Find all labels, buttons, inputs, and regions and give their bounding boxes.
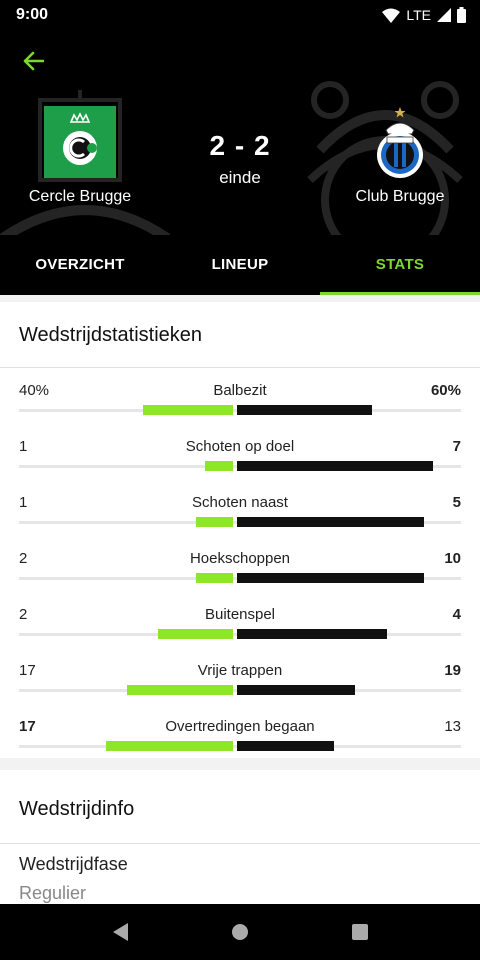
stat-label: Buitenspel	[204, 606, 276, 623]
stat-away-bar	[237, 517, 424, 527]
stat-home-bar	[105, 741, 233, 751]
cercle-brugge-logo-icon	[44, 106, 116, 178]
stat-label: Overtredingen begaan	[165, 718, 315, 735]
battery-icon	[457, 7, 466, 23]
stat-away-bar	[237, 629, 387, 639]
stat-label: Hoekschoppen	[189, 550, 291, 567]
wifi-icon	[382, 8, 401, 23]
stat-label: Schoten op doel	[185, 438, 295, 455]
nav-recents-button[interactable]	[340, 912, 380, 952]
tab-overzicht[interactable]: OVERZICHT	[0, 235, 160, 295]
score-block: 2 - 2 einde	[165, 130, 315, 188]
match-score: 2 - 2	[209, 130, 271, 161]
stat-away-bar	[237, 741, 335, 751]
stats-title: Wedstrijdstatistieken	[0, 302, 480, 368]
stat-away-bar	[237, 685, 356, 695]
match-state: einde	[219, 168, 261, 187]
stat-away-value: 7	[452, 438, 461, 455]
home-team-name: Cercle Brugge	[28, 188, 132, 205]
stat-home-bar	[204, 461, 233, 471]
stat-home-bar	[143, 405, 233, 415]
stat-row: 2 Buitenspel 4	[0, 606, 480, 662]
stat-row: 2 Hoekschoppen 10	[0, 550, 480, 606]
phase-label: Wedstrijdfase	[19, 854, 128, 874]
stat-away-value: 13	[444, 718, 461, 735]
match-info-card: Wedstrijdinfo Wedstrijdfase Regulier	[0, 770, 480, 904]
match-header: Cercle Brugge 2 - 2 einde Club Brugge	[0, 30, 480, 235]
circle-home-icon	[232, 924, 248, 940]
stat-label: Vrije trappen	[197, 662, 283, 679]
stat-away-value: 60%	[430, 382, 461, 399]
stat-home-bar	[195, 573, 233, 583]
status-icons: LTE	[382, 7, 466, 23]
stat-home-bar	[158, 629, 233, 639]
info-title: Wedstrijdinfo	[0, 770, 480, 844]
away-team[interactable]: Club Brugge	[325, 106, 475, 206]
stat-away-value: 10	[444, 550, 461, 567]
stat-home-bar	[195, 517, 233, 527]
tab-bar: OVERZICHT LINEUP STATS	[0, 235, 480, 295]
stat-home-bar	[127, 685, 233, 695]
nav-back-button[interactable]	[100, 912, 140, 952]
triangle-back-icon	[113, 923, 128, 941]
network-type: LTE	[406, 7, 431, 23]
status-time: 9:00	[16, 6, 49, 23]
stat-row: 1 Schoten naast 5	[0, 494, 480, 550]
stat-label: Schoten naast	[192, 494, 288, 511]
stat-row: 1 Schoten op doel 7	[0, 438, 480, 494]
phase-value: Regulier	[19, 883, 87, 903]
club-brugge-logo-icon	[377, 107, 423, 178]
tab-lineup[interactable]: LINEUP	[160, 235, 320, 295]
stat-away-value: 19	[444, 662, 461, 679]
stat-label: Balbezit	[213, 382, 267, 399]
system-nav-bar	[0, 904, 480, 960]
match-stats-card: Wedstrijdstatistieken 40% Balbezit 60% 1 Sch…	[0, 302, 480, 758]
tab-stats[interactable]: STATS	[320, 235, 480, 295]
stat-away-bar	[237, 405, 372, 415]
stat-away-bar	[237, 461, 434, 471]
square-recents-icon	[352, 924, 368, 940]
nav-home-button[interactable]	[220, 912, 260, 952]
status-bar: 9:00 LTE	[0, 0, 480, 30]
home-team[interactable]: Cercle Brugge	[5, 106, 155, 206]
arrow-left-icon	[23, 51, 44, 71]
away-team-name: Club Brugge	[355, 188, 445, 205]
back-button[interactable]	[16, 46, 50, 76]
signal-icon	[437, 8, 451, 22]
stat-away-value: 5	[452, 494, 461, 511]
stat-row: 17 Vrije trappen 19	[0, 662, 480, 718]
stat-row: 40% Balbezit 60%	[0, 382, 480, 438]
stat-row: 17 Overtredingen begaan 13	[0, 718, 480, 774]
stat-away-bar	[237, 573, 424, 583]
stat-away-value: 4	[452, 606, 461, 623]
